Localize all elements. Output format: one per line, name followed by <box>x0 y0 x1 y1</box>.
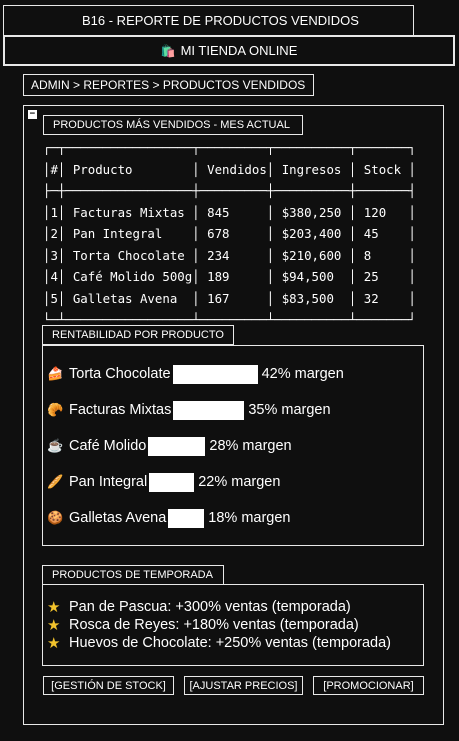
profit-row: 🍰 Torta Chocolate 42% margen <box>47 363 344 385</box>
seasonal-item-text: Rosca de Reyes: +180% ventas (temporada) <box>69 617 359 633</box>
product-icon: 🥐 <box>47 402 64 417</box>
profit-row: ☕ Café Molido 28% margen <box>47 435 292 457</box>
margin-label: 18% margen <box>208 510 291 526</box>
window-title: B16 - REPORTE DE PRODUCTOS VENDIDOS <box>3 5 414 36</box>
breadcrumb: ADMIN > REPORTES > PRODUCTOS VENDIDOS <box>23 74 314 96</box>
stock-management-button[interactable]: [GESTIÓN DE STOCK] <box>43 676 174 695</box>
margin-label: 35% margen <box>248 402 331 418</box>
seasonal-item: ★ Rosca de Reyes: +180% ventas (temporada… <box>47 616 359 634</box>
profitability-title: RENTABILIDAD POR PRODUCTO <box>42 325 234 345</box>
stock-management-label: [GESTIÓN DE STOCK] <box>51 679 166 692</box>
shopping-bag-icon: 🛍️ <box>160 43 176 58</box>
margin-label: 42% margen <box>261 366 344 382</box>
store-name: MI TIENDA ONLINE <box>180 43 298 58</box>
product-icon: 🍪 <box>47 510 64 525</box>
breadcrumb-text: ADMIN > REPORTES > PRODUCTOS VENDIDOS <box>31 78 306 92</box>
margin-label: 28% margen <box>209 438 292 454</box>
product-icon: 🥖 <box>47 474 64 489</box>
margin-bar <box>149 472 195 492</box>
window-title-text: B16 - REPORTE DE PRODUCTOS VENDIDOS <box>82 13 359 28</box>
seasonal-title-text: PRODUCTOS DE TEMPORADA <box>52 569 213 581</box>
product-icon: ☕ <box>47 438 64 453</box>
profit-product-name: Facturas Mixtas <box>69 402 172 418</box>
profit-row: 🥐 Facturas Mixtas 35% margen <box>47 399 331 421</box>
promote-button[interactable]: [PROMOCIONAR] <box>313 676 424 695</box>
top-products-title-text: PRODUCTOS MÁS VENDIDOS - MES ACTUAL <box>53 119 290 131</box>
store-header: 🛍️ MI TIENDA ONLINE <box>3 35 455 66</box>
margin-label: 22% margen <box>198 474 281 490</box>
seasonal-item-text: Huevos de Chocolate: +250% ventas (tempo… <box>69 635 392 651</box>
profit-row: 🥖 Pan Integral 22% margen <box>47 471 280 493</box>
top-products-table: ┌─┬─────────────────┬─────────┬─────────… <box>43 140 416 327</box>
product-icon: 🍰 <box>47 366 64 381</box>
profit-product-name: Café Molido <box>69 438 147 454</box>
profitability-title-text: RENTABILIDAD POR PRODUCTO <box>52 329 224 341</box>
promote-label: [PROMOCIONAR] <box>323 679 414 692</box>
star-icon: ★ <box>47 635 61 652</box>
profit-row: 🍪 Galletas Avena 18% margen <box>47 507 291 529</box>
top-products-title: PRODUCTOS MÁS VENDIDOS - MES ACTUAL <box>43 115 303 135</box>
profit-product-name: Galletas Avena <box>69 510 167 526</box>
star-icon: ★ <box>47 617 61 634</box>
star-icon: ★ <box>47 599 61 616</box>
seasonal-item: ★ Pan de Pascua: +300% ventas (temporada) <box>47 598 351 616</box>
profit-product-name: Pan Integral <box>69 474 148 490</box>
margin-bar <box>148 436 206 456</box>
adjust-prices-button[interactable]: [AJUSTAR PRECIOS] <box>184 676 303 695</box>
profit-product-name: Torta Chocolate <box>69 366 171 382</box>
seasonal-item: ★ Huevos de Chocolate: +250% ventas (temp… <box>47 634 391 652</box>
collapse-toggle-icon[interactable]: − <box>28 110 37 119</box>
seasonal-title: PRODUCTOS DE TEMPORADA <box>42 565 224 585</box>
adjust-prices-label: [AJUSTAR PRECIOS] <box>189 679 298 692</box>
margin-bar <box>172 364 258 384</box>
margin-bar <box>173 400 245 420</box>
seasonal-item-text: Pan de Pascua: +300% ventas (temporada) <box>69 599 351 615</box>
margin-bar <box>168 508 205 528</box>
